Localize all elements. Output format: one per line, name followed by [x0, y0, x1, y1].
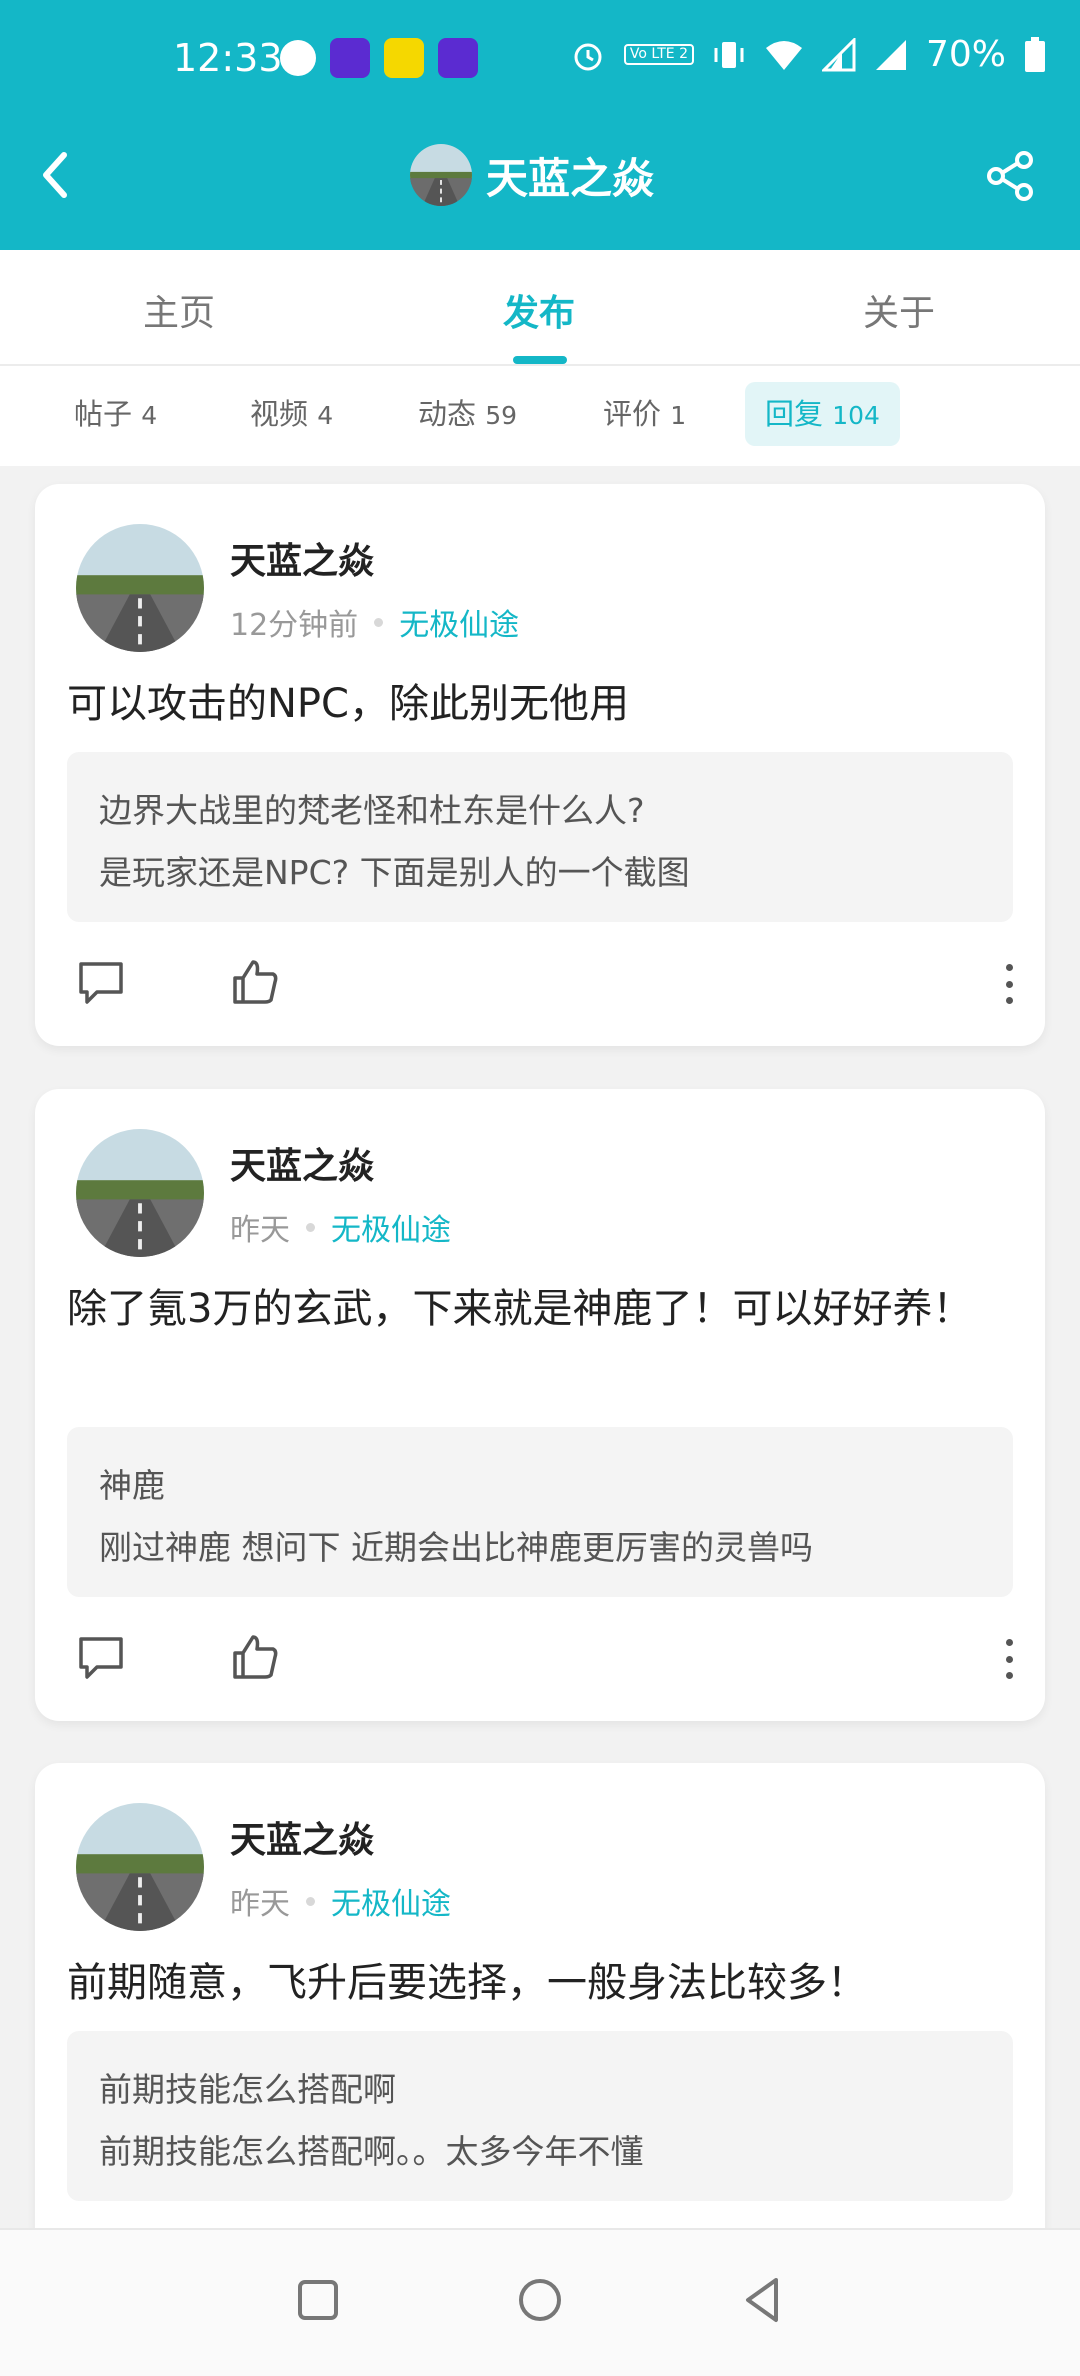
back-nav-icon[interactable]	[732, 2270, 792, 2330]
avatar[interactable]	[76, 1129, 204, 1257]
tab-posts[interactable]: 发布	[503, 284, 575, 336]
filter-videos[interactable]: 视频 4	[230, 382, 353, 446]
status-app-icons	[280, 38, 478, 78]
signal-icon	[821, 37, 856, 71]
post-time: 昨天	[230, 1213, 290, 1248]
post-meta: 12分钟前 无极仙途	[230, 600, 519, 644]
comment-icon[interactable]	[73, 954, 129, 1010]
comment-icon[interactable]	[73, 1629, 129, 1685]
avatar[interactable]	[76, 1803, 204, 1931]
signal-icon-2	[875, 39, 906, 70]
globe-icon	[280, 40, 316, 76]
post-time: 昨天	[230, 1887, 290, 1922]
quoted-post[interactable]: 前期技能怎么搭配啊 前期技能怎么搭配啊。。太多今年不懂	[67, 2031, 1013, 2201]
filter-bar: 帖子 4 视频 4 动态 59 评价 1 回复 104	[0, 366, 1080, 466]
more-icon[interactable]	[1003, 1639, 1015, 1679]
game-link[interactable]: 无极仙途	[331, 1879, 451, 1923]
post-time: 12分钟前	[230, 608, 359, 643]
post-meta: 昨天 无极仙途	[230, 1879, 451, 1923]
volte-badge: Vo LTE 2	[623, 44, 694, 65]
quote-title: 边界大战里的梵老怪和杜东是什么人?	[99, 791, 645, 830]
quote-title: 神鹿	[99, 1466, 165, 1505]
game-link[interactable]: 无极仙途	[331, 1205, 451, 1249]
main-tabs: 主页 发布 关于	[0, 250, 1080, 366]
post-meta: 昨天 无极仙途	[230, 1205, 451, 1249]
quote-body: 是玩家还是NPC? 下面是别人的一个截图	[99, 853, 690, 892]
quote-body: 刚过神鹿 想问下 近期会出比神鹿更厉害的灵兽吗	[99, 1528, 813, 1567]
post-content[interactable]: 前期随意，飞升后要选择，一般身法比较多！	[67, 1949, 1007, 2017]
author-name[interactable]: 天蓝之焱	[230, 1137, 374, 1189]
author-name[interactable]: 天蓝之焱	[230, 532, 374, 584]
battery-percent: 70%	[925, 34, 1006, 75]
post-card[interactable]: 天蓝之焱 昨天 无极仙途 前期随意，飞升后要选择，一般身法比较多！ 前期技能怎么…	[35, 1763, 1045, 2283]
quoted-post[interactable]: 神鹿 刚过神鹿 想问下 近期会出比神鹿更厉害的灵兽吗	[67, 1427, 1013, 1597]
video-app-icon	[330, 38, 370, 78]
filter-replies[interactable]: 回复 104	[745, 382, 900, 446]
tab-home[interactable]: 主页	[143, 284, 215, 336]
quote-title: 前期技能怎么搭配啊	[99, 2070, 396, 2109]
header: 12:33 Vo LTE 2 70% 天蓝之焱	[0, 0, 1080, 250]
like-icon[interactable]	[227, 954, 283, 1010]
tab-about[interactable]: 关于	[863, 284, 935, 336]
home-icon[interactable]	[510, 2270, 570, 2330]
post-content[interactable]: 除了氪3万的玄武，下来就是神鹿了！可以好好养！	[67, 1275, 1007, 1343]
game-link[interactable]: 无极仙途	[399, 600, 519, 644]
post-actions	[35, 1629, 1045, 1699]
wifi-icon	[765, 40, 802, 70]
quote-body: 前期技能怎么搭配啊。。太多今年不懂	[99, 2132, 644, 2171]
status-time: 12:33	[173, 36, 283, 80]
header-title-group[interactable]: 天蓝之焱	[410, 144, 654, 206]
quoted-post[interactable]: 边界大战里的梵老怪和杜东是什么人? 是玩家还是NPC? 下面是别人的一个截图	[67, 752, 1013, 922]
more-icon[interactable]	[1003, 964, 1015, 1004]
post-content[interactable]: 可以攻击的NPC，除此别无他用	[67, 670, 1007, 738]
author-name[interactable]: 天蓝之焱	[230, 1811, 374, 1863]
tab-indicator	[513, 356, 567, 364]
post-card[interactable]: 天蓝之焱 12分钟前 无极仙途 可以攻击的NPC，除此别无他用 边界大战里的梵老…	[35, 484, 1045, 1046]
recent-apps-icon[interactable]	[288, 2270, 348, 2330]
like-icon[interactable]	[227, 1629, 283, 1685]
filter-activity[interactable]: 动态 59	[398, 382, 537, 446]
avatar[interactable]	[76, 524, 204, 652]
avatar	[410, 144, 472, 206]
status-right: Vo LTE 2 70%	[570, 34, 1046, 75]
battery-icon	[1025, 36, 1045, 72]
post-card[interactable]: 天蓝之焱 昨天 无极仙途 除了氪3万的玄武，下来就是神鹿了！可以好好养！ 神鹿 …	[35, 1089, 1045, 1721]
alarm-icon	[574, 43, 602, 70]
filter-reviews[interactable]: 评价 1	[583, 382, 706, 446]
post-actions	[35, 954, 1045, 1024]
share-icon[interactable]	[982, 148, 1038, 204]
news-app-icon	[384, 38, 424, 78]
filter-posts[interactable]: 帖子 4	[54, 382, 177, 446]
status-bar: 12:33 Vo LTE 2 70%	[0, 0, 1080, 120]
separator-dot	[306, 1896, 315, 1906]
page-title: 天蓝之焱	[486, 153, 655, 203]
separator-dot	[306, 1222, 315, 1232]
separator-dot	[374, 617, 384, 627]
video-app-icon-2	[438, 38, 478, 78]
vibrate-icon	[714, 41, 744, 68]
back-icon[interactable]	[30, 145, 80, 205]
system-nav-bar	[0, 2228, 1080, 2376]
